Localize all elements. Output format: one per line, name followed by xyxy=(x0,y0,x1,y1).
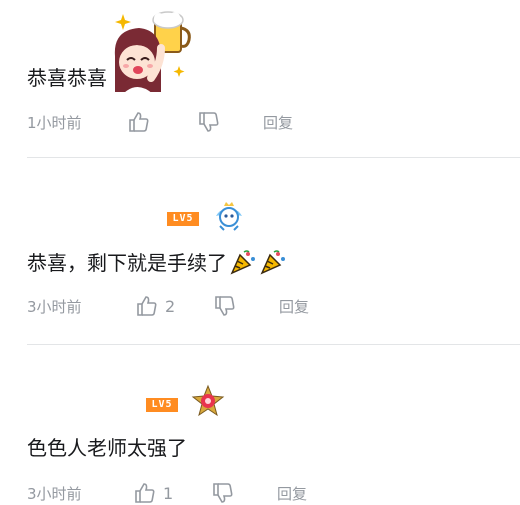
thumbs-up-icon xyxy=(137,296,157,316)
comment-content: 恭喜恭喜 xyxy=(27,8,195,94)
comment-time: 3小时前 xyxy=(27,297,82,316)
comment-item: LV5 色色人老师太强了 3小时前 1 回复 xyxy=(0,345,520,505)
thumbs-up-icon xyxy=(129,112,149,132)
dislike-button[interactable] xyxy=(213,294,279,318)
comment-text: 色色人老师太强了 xyxy=(27,436,187,460)
comment-time: 1小时前 xyxy=(27,113,82,132)
reply-button[interactable]: 回复 xyxy=(277,483,307,504)
level-badge: LV5 xyxy=(146,398,178,412)
dislike-button[interactable] xyxy=(197,110,263,134)
level-badge: LV5 xyxy=(167,212,199,226)
like-button[interactable]: 2 xyxy=(135,294,213,318)
fan-badge-icon xyxy=(216,202,242,231)
party-popper-emoji xyxy=(260,250,285,275)
comment-text: 恭喜恭喜 xyxy=(27,66,107,90)
like-button[interactable] xyxy=(127,110,197,134)
like-count: 2 xyxy=(165,296,176,316)
comment-item: 恭喜恭喜 1小时前 回复 xyxy=(0,0,520,158)
thumbs-down-icon xyxy=(199,112,219,132)
reply-button[interactable]: 回复 xyxy=(263,112,293,133)
comment-time: 3小时前 xyxy=(27,484,82,503)
party-popper-emoji xyxy=(230,250,255,275)
comment-content: 恭喜，剩下就是手续了 xyxy=(27,248,287,276)
thumbs-down-icon xyxy=(215,296,235,316)
comment-meta: 1小时前 回复 xyxy=(27,110,293,134)
comment-item: LV5 恭喜，剩下就是手续了 3小时前 2 回复 xyxy=(0,158,520,345)
star-badge-icon xyxy=(191,384,225,417)
comment-meta: 3小时前 1 回复 xyxy=(27,481,307,505)
like-button[interactable]: 1 xyxy=(133,481,211,505)
reply-button[interactable]: 回复 xyxy=(279,296,309,317)
thumbs-down-icon xyxy=(213,483,233,503)
like-count: 1 xyxy=(163,483,174,503)
comment-meta: 3小时前 2 回复 xyxy=(27,294,309,318)
comment-text: 恭喜，剩下就是手续了 xyxy=(27,251,227,275)
comment-content: 色色人老师太强了 xyxy=(27,435,187,461)
thumbs-up-icon xyxy=(135,483,155,503)
dislike-button[interactable] xyxy=(211,481,277,505)
anime-girl-beer-sticker xyxy=(109,8,195,94)
